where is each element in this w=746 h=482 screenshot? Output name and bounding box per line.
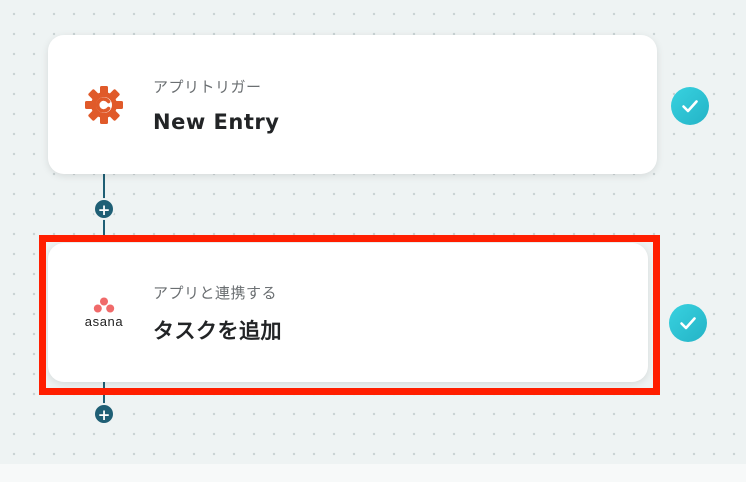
canvas-bottom-strip: [0, 464, 746, 482]
add-step-button-1[interactable]: +: [93, 198, 115, 220]
step-title: New Entry: [153, 110, 280, 134]
connector-line-2: [103, 378, 105, 406]
asana-wordmark: asana: [84, 314, 124, 329]
add-step-button-2[interactable]: +: [93, 403, 115, 425]
flow-step-card-action[interactable]: asana アプリと連携する タスクを追加: [48, 243, 648, 382]
cognito-forms-gear-icon: [80, 81, 128, 129]
asana-logo-icon: asana: [76, 289, 132, 337]
step-type-label: アプリと連携する: [153, 284, 278, 302]
step-type-label: アプリトリガー: [153, 78, 262, 96]
step-title: タスクを追加: [153, 319, 282, 343]
step-complete-check-icon: [671, 87, 709, 125]
flow-step-card-trigger[interactable]: アプリトリガー New Entry: [48, 35, 657, 174]
step-complete-check-icon: [669, 304, 707, 342]
